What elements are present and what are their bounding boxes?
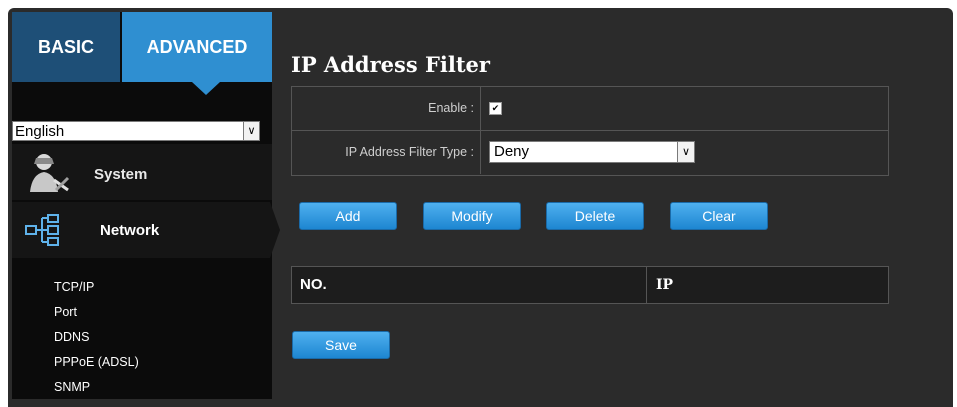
sidebar-subitem-tcpip[interactable]: TCP/IP <box>54 280 94 294</box>
delete-button[interactable]: Delete <box>546 202 644 230</box>
sidebar-subitem-port[interactable]: Port <box>54 305 77 319</box>
filter-type-select[interactable]: Deny ∨ <box>489 141 695 163</box>
enable-label: Enable : <box>292 87 481 130</box>
tab-advanced[interactable]: ADVANCED <box>122 12 272 82</box>
column-header-no: NO. <box>292 267 647 303</box>
chevron-down-icon[interactable]: ∨ <box>677 142 694 162</box>
filter-type-label: IP Address Filter Type : <box>292 131 481 174</box>
column-header-ip: IP <box>656 277 674 293</box>
active-tab-pointer <box>192 82 220 95</box>
active-menu-pointer <box>270 202 280 258</box>
sidebar-item-network[interactable]: Network <box>12 202 270 258</box>
filter-settings-table: Enable : ✔ IP Address Filter Type : Deny… <box>291 86 889 176</box>
language-value: English <box>15 123 65 140</box>
network-icon <box>24 212 64 252</box>
modify-button[interactable]: Modify <box>423 202 521 230</box>
sidebar-subitem-pppoe[interactable]: PPPoE (ADSL) <box>54 355 139 369</box>
sidebar-item-label: Network <box>100 222 160 239</box>
sidebar-item-system[interactable]: System <box>12 144 272 200</box>
chevron-down-icon[interactable]: ∨ <box>243 122 259 140</box>
clear-button[interactable]: Clear <box>670 202 768 230</box>
filter-type-value: Deny <box>494 143 530 160</box>
enable-row: Enable : ✔ <box>292 87 888 131</box>
sidebar-subitem-snmp[interactable]: SNMP <box>54 380 90 394</box>
add-button[interactable]: Add <box>299 202 397 230</box>
enable-checkbox[interactable]: ✔ <box>489 102 502 115</box>
page-title: IP Address Filter <box>291 52 490 77</box>
ip-list-table: NO. IP <box>291 266 889 304</box>
tab-basic[interactable]: BASIC <box>12 12 122 82</box>
sidebar-item-label: System <box>94 166 148 183</box>
user-tools-icon <box>24 150 76 198</box>
language-select[interactable]: English ∨ <box>12 121 260 141</box>
sidebar: BASIC ADVANCED English ∨ System Network … <box>12 12 280 399</box>
filter-type-row: IP Address Filter Type : Deny ∨ <box>292 131 888 174</box>
sidebar-subitem-ddns[interactable]: DDNS <box>54 330 89 344</box>
save-button[interactable]: Save <box>292 331 390 359</box>
